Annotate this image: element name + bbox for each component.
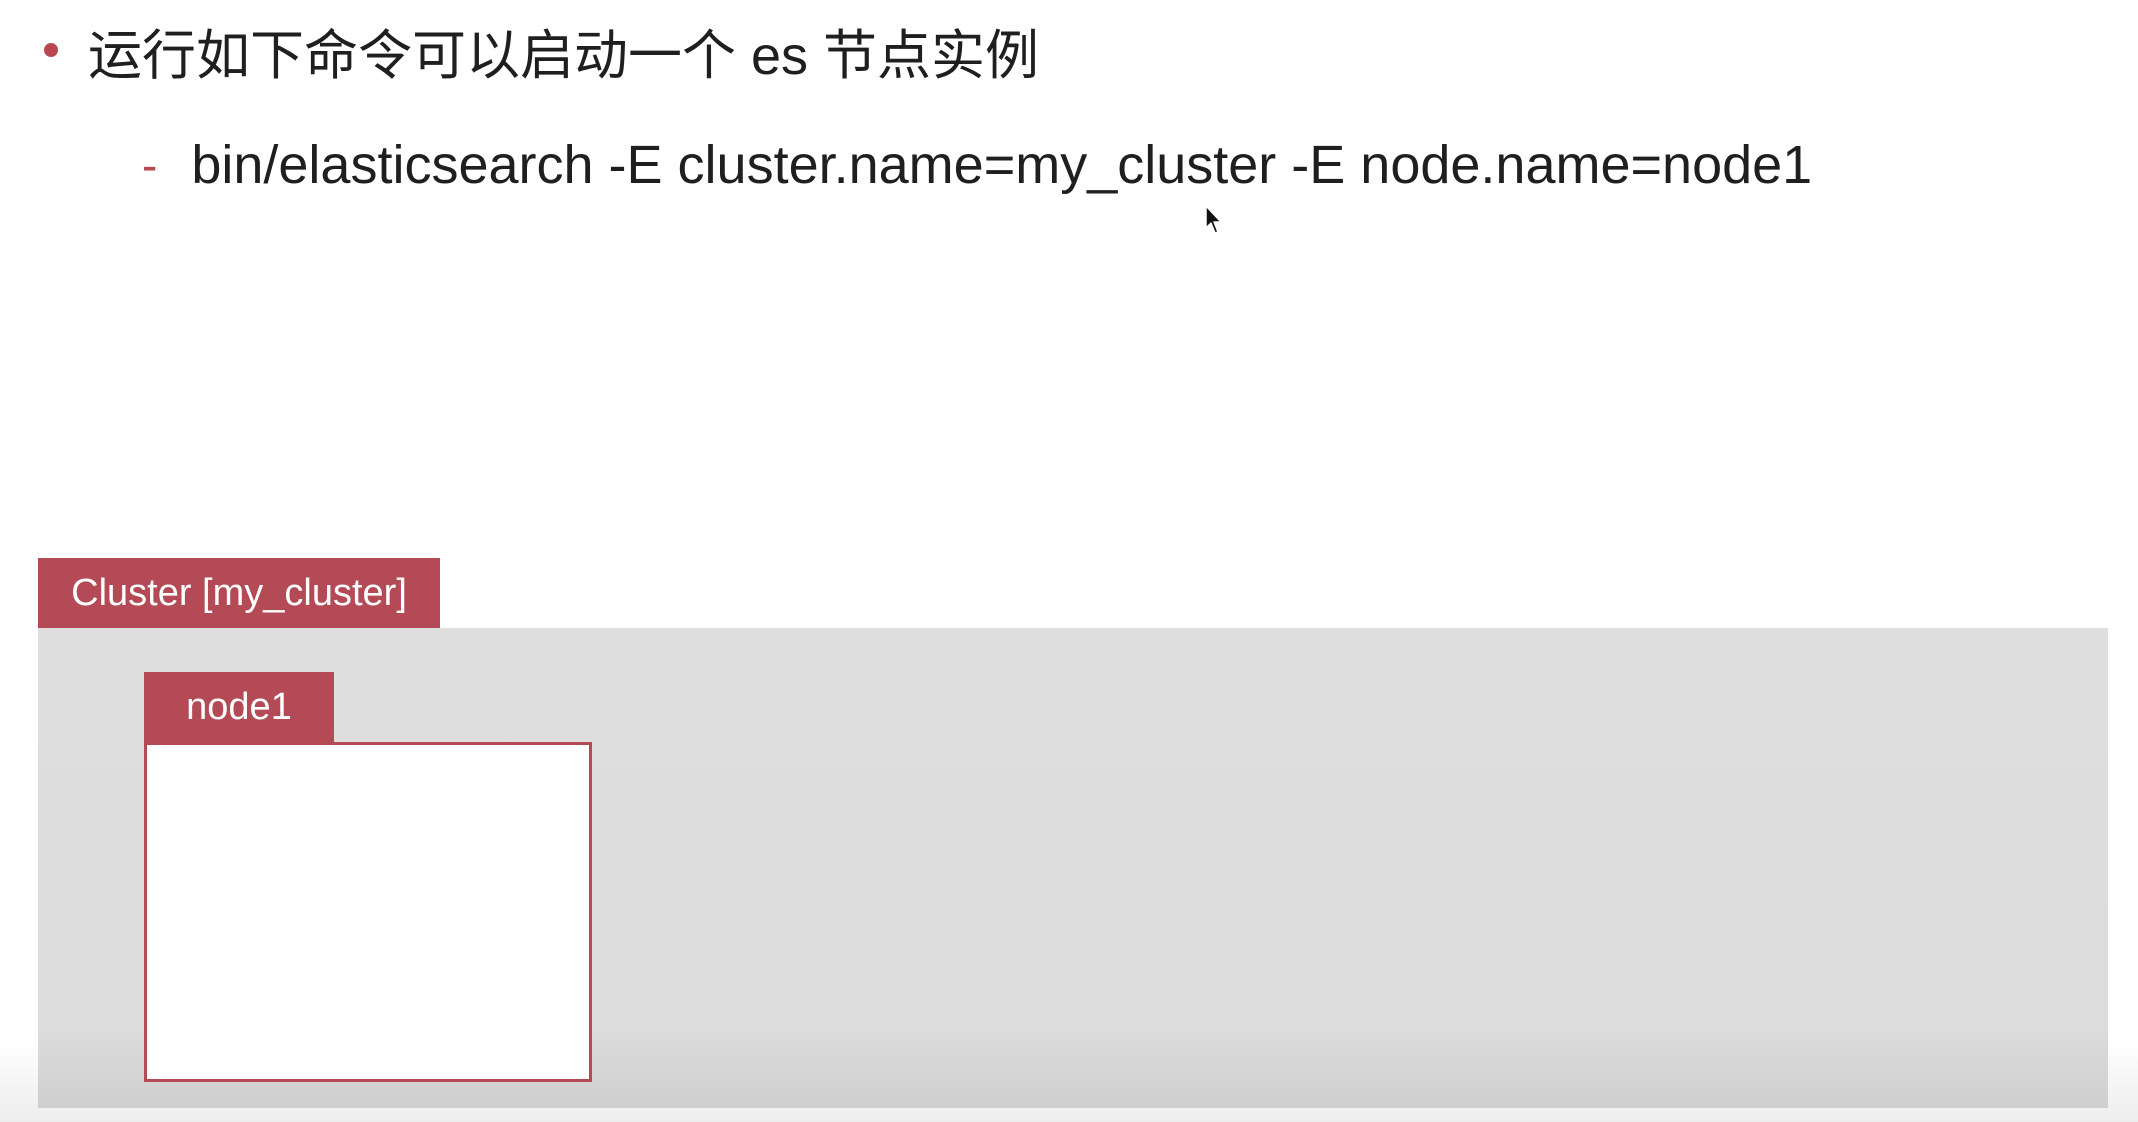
node-label: node1 (186, 685, 292, 728)
cluster-label-tab: Cluster [my_cluster] (38, 558, 440, 628)
mouse-pointer-icon (1205, 205, 1222, 234)
node-box (144, 742, 592, 1082)
sub-bullet-item: - bin/elasticsearch -E cluster.name=my_c… (142, 124, 1812, 206)
cluster-label: Cluster [my_cluster] (71, 571, 407, 614)
command-text: bin/elasticsearch -E cluster.name=my_clu… (191, 135, 1813, 195)
bullet-dot-icon (44, 43, 58, 57)
slide-canvas: 运行如下命令可以启动一个 es 节点实例 - bin/elasticsearch… (0, 0, 2138, 1122)
sub-bullet-dash: - (142, 139, 158, 191)
node-label-tab: node1 (144, 672, 334, 742)
bullet-item: 运行如下命令可以启动一个 es 节点实例 (44, 10, 1039, 90)
bullet-text: 运行如下命令可以启动一个 es 节点实例 (88, 25, 1040, 86)
